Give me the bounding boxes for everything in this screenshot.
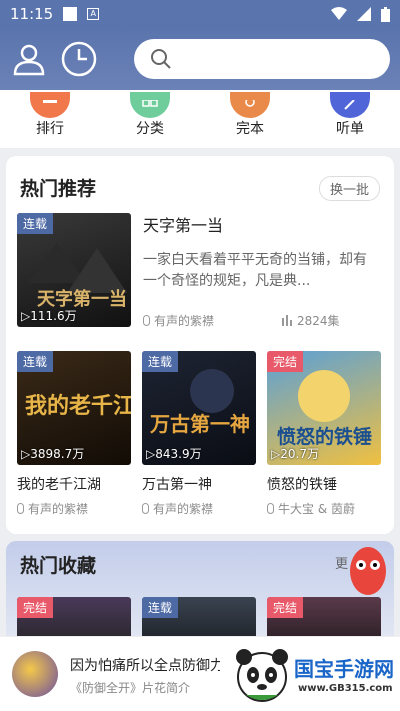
player-title: 因为怕痛所以全点防御力了: [70, 658, 220, 674]
svg-text:我的老千江湖: 我的老千江湖: [25, 393, 131, 419]
watermark-url: www.GB315.com: [298, 683, 393, 694]
grid-icon: [130, 92, 170, 118]
play-count: ▷3898.7万: [21, 447, 85, 461]
status-bar: 11:15 A: [0, 0, 400, 28]
status-badge: 完结: [267, 351, 304, 372]
category-label: 排行: [36, 121, 64, 137]
play-count: ▷843.9万: [146, 447, 202, 461]
wifi-icon: [331, 7, 347, 20]
status-badge: 连载: [142, 351, 179, 372]
mic-icon: [143, 315, 150, 326]
player-cover[interactable]: [12, 651, 58, 697]
category-playlist[interactable]: 听单: [320, 92, 380, 138]
book-icon: [230, 92, 270, 118]
grid-cover[interactable]: 愤怒的铁锤 完结 ▷20.7万: [267, 351, 381, 465]
app-notification-icon: A: [87, 8, 100, 20]
book-title[interactable]: 我的老千江湖: [17, 474, 101, 494]
signal-icon: [357, 7, 371, 21]
clock-icon: [61, 41, 97, 77]
user-icon: [13, 44, 45, 76]
book-title[interactable]: 愤怒的铁锤: [267, 474, 337, 494]
status-badge: 完结: [17, 597, 54, 618]
status-time: 11:15: [10, 5, 54, 23]
svg-text:万古第一神: 万古第一神: [149, 412, 250, 436]
book-title[interactable]: 天字第一当: [143, 212, 223, 236]
mascot-icon: [350, 547, 386, 595]
status-badge: 连载: [17, 351, 54, 372]
player-subtitle: 《防御全开》片花简介: [70, 681, 191, 695]
refresh-button[interactable]: 换一批: [318, 176, 380, 201]
category-rank[interactable]: 排行: [20, 92, 80, 138]
featured-cover[interactable]: 天字第一当 连载 ▷111.6万: [17, 213, 131, 327]
status-badge: 完结: [267, 597, 304, 618]
status-badge: 连载: [142, 597, 179, 618]
book-author: 牛大宝 & 茵蔚: [267, 500, 355, 517]
category-classify[interactable]: 分类: [120, 92, 180, 138]
book-author: 有声的紫襟: [17, 500, 88, 517]
grid-cover[interactable]: 万古第一神 连载 ▷843.9万: [142, 351, 256, 465]
book-author: 有声的紫襟: [142, 500, 213, 517]
edit-icon: [330, 92, 370, 118]
section-title: 热门收藏: [20, 555, 97, 577]
category-label: 听单: [336, 121, 364, 137]
episode-count: 2824集: [282, 312, 340, 329]
rank-icon: [30, 92, 70, 118]
grid-cover[interactable]: 我的老千江湖 连载 ▷3898.7万: [17, 351, 131, 465]
hot-recommend-section: 热门推荐 换一批 天字第一当 连载 ▷111.6万 天字第一当 一家白天看着平平…: [6, 156, 394, 534]
bars-icon: [282, 315, 292, 326]
section-title: 热门推荐: [20, 178, 97, 200]
mini-player[interactable]: 因为怕痛所以全点防御力了 《防御全开》片花简介 国宝手游网 www.GB315.…: [0, 636, 400, 711]
book-description: 一家白天看着平平无奇的当铺，却有一个奇怪的规矩，凡是典...: [143, 252, 367, 289]
category-label: 完本: [236, 121, 264, 137]
book-author: 有声的紫襟: [143, 312, 214, 329]
panda-icon: [236, 649, 288, 702]
mic-icon: [17, 503, 24, 514]
category-finished[interactable]: 完本: [220, 92, 280, 138]
book-title[interactable]: 万古第一神: [142, 474, 212, 494]
watermark-name: 国宝手游网: [294, 657, 394, 681]
search-icon: [151, 49, 171, 69]
category-bar: 排行 分类 完本 听单: [0, 90, 400, 148]
profile-button[interactable]: [10, 40, 48, 78]
history-button[interactable]: [60, 40, 98, 78]
battery-icon: [381, 6, 390, 22]
watermark-logo: 国宝手游网 www.GB315.com: [232, 639, 400, 711]
play-count: ▷20.7万: [271, 447, 319, 461]
notification-icon: [63, 7, 78, 21]
play-count: ▷111.6万: [21, 309, 77, 323]
header: [0, 28, 400, 90]
search-input[interactable]: [134, 39, 390, 79]
hot-favorites-section: 热门收藏 更 完结 连载 完结: [6, 541, 394, 651]
mic-icon: [142, 503, 149, 514]
mic-icon: [267, 503, 274, 514]
category-label: 分类: [136, 121, 164, 137]
status-badge: 连载: [17, 213, 54, 234]
